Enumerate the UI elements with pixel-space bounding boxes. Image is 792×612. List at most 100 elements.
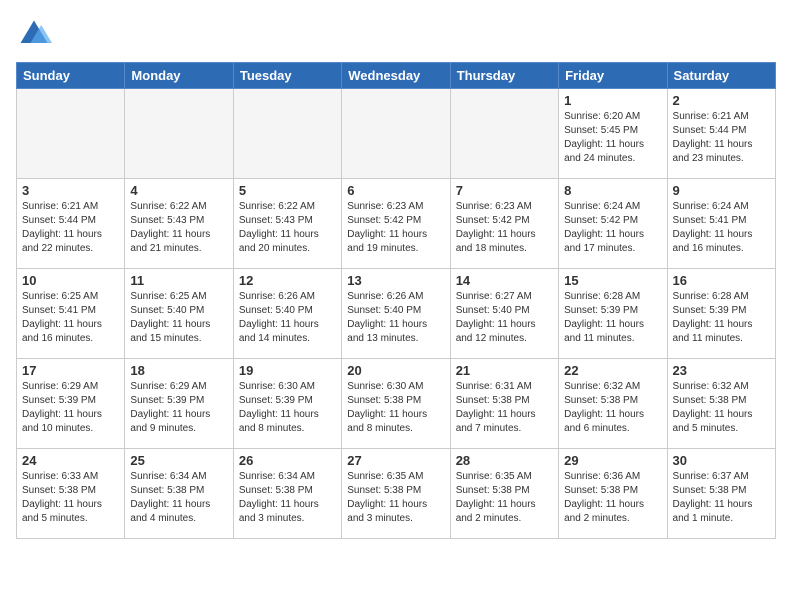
day-number: 7 — [456, 183, 553, 198]
day-info: Sunrise: 6:34 AMSunset: 5:38 PMDaylight:… — [239, 470, 336, 526]
day-number: 9 — [673, 183, 770, 198]
calendar-cell: 21Sunrise: 6:31 AMSunset: 5:38 PMDayligh… — [450, 359, 558, 449]
dow-header-friday: Friday — [559, 63, 667, 89]
day-number: 8 — [564, 183, 661, 198]
day-number: 5 — [239, 183, 336, 198]
calendar-week-5: 24 Sunrise: 6:33 AMSunset: 5:38 PMDayligh… — [17, 449, 776, 539]
calendar-cell: 19 Sunrise: 6:30 AMSunset: 5:39 PMDayligh… — [233, 359, 341, 449]
calendar-cell: 24 Sunrise: 6:33 AMSunset: 5:38 PMDayligh… — [17, 449, 125, 539]
day-info: Sunrise: 6:37 AMSunset: 5:38 PMDaylight:… — [673, 470, 770, 526]
dow-header-thursday: Thursday — [450, 63, 558, 89]
day-info: Sunrise: 6:23 AMSunset: 5:42 PMDaylight:… — [347, 200, 444, 256]
calendar-week-4: 17 Sunrise: 6:29 AMSunset: 5:39 PMDayligh… — [17, 359, 776, 449]
calendar-cell: 22 Sunrise: 6:32 AMSunset: 5:38 PMDayligh… — [559, 359, 667, 449]
day-info: Sunrise: 6:29 AMSunset: 5:39 PMDaylight:… — [22, 380, 119, 436]
calendar-cell: 8 Sunrise: 6:24 AMSunset: 5:42 PMDaylight… — [559, 179, 667, 269]
day-number: 16 — [673, 273, 770, 288]
day-number: 4 — [130, 183, 227, 198]
calendar-cell: 20 Sunrise: 6:30 AMSunset: 5:38 PMDayligh… — [342, 359, 450, 449]
day-number: 29 — [564, 453, 661, 468]
dow-header-wednesday: Wednesday — [342, 63, 450, 89]
calendar-cell: 7 Sunrise: 6:23 AMSunset: 5:42 PMDaylight… — [450, 179, 558, 269]
day-number: 15 — [564, 273, 661, 288]
day-number: 13 — [347, 273, 444, 288]
day-info: Sunrise: 6:20 AMSunset: 5:45 PMDaylight:… — [564, 110, 661, 166]
calendar-cell: 2 Sunrise: 6:21 AMSunset: 5:44 PMDaylight… — [667, 89, 775, 179]
day-number: 2 — [673, 93, 770, 108]
day-number: 17 — [22, 363, 119, 378]
day-number: 23 — [673, 363, 770, 378]
calendar-cell: 17 Sunrise: 6:29 AMSunset: 5:39 PMDayligh… — [17, 359, 125, 449]
dow-header-monday: Monday — [125, 63, 233, 89]
calendar-cell: 12 Sunrise: 6:26 AMSunset: 5:40 PMDayligh… — [233, 269, 341, 359]
day-info: Sunrise: 6:21 AMSunset: 5:44 PMDaylight:… — [673, 110, 770, 166]
day-number: 26 — [239, 453, 336, 468]
logo — [16, 16, 58, 52]
day-info: Sunrise: 6:22 AMSunset: 5:43 PMDaylight:… — [130, 200, 227, 256]
calendar-cell: 16Sunrise: 6:28 AMSunset: 5:39 PMDayligh… — [667, 269, 775, 359]
day-info: Sunrise: 6:25 AMSunset: 5:41 PMDaylight:… — [22, 290, 119, 346]
day-number: 6 — [347, 183, 444, 198]
calendar-cell — [450, 89, 558, 179]
calendar-cell: 6 Sunrise: 6:23 AMSunset: 5:42 PMDaylight… — [342, 179, 450, 269]
day-info: Sunrise: 6:35 AMSunset: 5:38 PMDaylight:… — [456, 470, 553, 526]
calendar-cell: 15Sunrise: 6:28 AMSunset: 5:39 PMDayligh… — [559, 269, 667, 359]
calendar-cell: 9 Sunrise: 6:24 AMSunset: 5:41 PMDaylight… — [667, 179, 775, 269]
calendar-cell: 27 Sunrise: 6:35 AMSunset: 5:38 PMDayligh… — [342, 449, 450, 539]
day-info: Sunrise: 6:26 AMSunset: 5:40 PMDaylight:… — [239, 290, 336, 346]
day-info: Sunrise: 6:35 AMSunset: 5:38 PMDaylight:… — [347, 470, 444, 526]
dow-header-tuesday: Tuesday — [233, 63, 341, 89]
day-info: Sunrise: 6:27 AMSunset: 5:40 PMDaylight:… — [456, 290, 553, 346]
day-number: 3 — [22, 183, 119, 198]
day-number: 27 — [347, 453, 444, 468]
day-number: 1 — [564, 93, 661, 108]
day-info: Sunrise: 6:25 AMSunset: 5:40 PMDaylight:… — [130, 290, 227, 346]
day-number: 12 — [239, 273, 336, 288]
calendar-cell: 28Sunrise: 6:35 AMSunset: 5:38 PMDayligh… — [450, 449, 558, 539]
calendar-cell: 1 Sunrise: 6:20 AMSunset: 5:45 PMDaylight… — [559, 89, 667, 179]
day-info: Sunrise: 6:34 AMSunset: 5:38 PMDaylight:… — [130, 470, 227, 526]
calendar-cell: 5 Sunrise: 6:22 AMSunset: 5:43 PMDaylight… — [233, 179, 341, 269]
calendar-cell: 4 Sunrise: 6:22 AMSunset: 5:43 PMDaylight… — [125, 179, 233, 269]
calendar-cell: 14 Sunrise: 6:27 AMSunset: 5:40 PMDayligh… — [450, 269, 558, 359]
day-info: Sunrise: 6:33 AMSunset: 5:38 PMDaylight:… — [22, 470, 119, 526]
calendar-week-2: 3 Sunrise: 6:21 AMSunset: 5:44 PMDaylight… — [17, 179, 776, 269]
day-number: 20 — [347, 363, 444, 378]
calendar-cell: 11 Sunrise: 6:25 AMSunset: 5:40 PMDayligh… — [125, 269, 233, 359]
day-number: 14 — [456, 273, 553, 288]
day-number: 30 — [673, 453, 770, 468]
calendar-cell: 29 Sunrise: 6:36 AMSunset: 5:38 PMDayligh… — [559, 449, 667, 539]
calendar-cell: 13 Sunrise: 6:26 AMSunset: 5:40 PMDayligh… — [342, 269, 450, 359]
calendar-cell — [17, 89, 125, 179]
day-number: 24 — [22, 453, 119, 468]
day-info: Sunrise: 6:30 AMSunset: 5:39 PMDaylight:… — [239, 380, 336, 436]
day-info: Sunrise: 6:32 AMSunset: 5:38 PMDaylight:… — [564, 380, 661, 436]
calendar-cell: 10 Sunrise: 6:25 AMSunset: 5:41 PMDayligh… — [17, 269, 125, 359]
logo-icon — [16, 16, 52, 52]
day-number: 25 — [130, 453, 227, 468]
calendar-body: 1 Sunrise: 6:20 AMSunset: 5:45 PMDaylight… — [17, 89, 776, 539]
day-info: Sunrise: 6:23 AMSunset: 5:42 PMDaylight:… — [456, 200, 553, 256]
day-info: Sunrise: 6:36 AMSunset: 5:38 PMDaylight:… — [564, 470, 661, 526]
day-number: 10 — [22, 273, 119, 288]
day-info: Sunrise: 6:26 AMSunset: 5:40 PMDaylight:… — [347, 290, 444, 346]
calendar-week-1: 1 Sunrise: 6:20 AMSunset: 5:45 PMDaylight… — [17, 89, 776, 179]
day-number: 22 — [564, 363, 661, 378]
day-of-week-header: SundayMondayTuesdayWednesdayThursdayFrid… — [17, 63, 776, 89]
calendar-cell: 30 Sunrise: 6:37 AMSunset: 5:38 PMDayligh… — [667, 449, 775, 539]
calendar-cell — [233, 89, 341, 179]
day-info: Sunrise: 6:24 AMSunset: 5:42 PMDaylight:… — [564, 200, 661, 256]
calendar-cell: 3 Sunrise: 6:21 AMSunset: 5:44 PMDaylight… — [17, 179, 125, 269]
calendar-table: SundayMondayTuesdayWednesdayThursdayFrid… — [16, 62, 776, 539]
calendar-cell: 25 Sunrise: 6:34 AMSunset: 5:38 PMDayligh… — [125, 449, 233, 539]
calendar-cell: 26 Sunrise: 6:34 AMSunset: 5:38 PMDayligh… — [233, 449, 341, 539]
calendar-cell: 18Sunrise: 6:29 AMSunset: 5:39 PMDayligh… — [125, 359, 233, 449]
day-info: Sunrise: 6:22 AMSunset: 5:43 PMDaylight:… — [239, 200, 336, 256]
day-info: Sunrise: 6:30 AMSunset: 5:38 PMDaylight:… — [347, 380, 444, 436]
calendar-week-3: 10 Sunrise: 6:25 AMSunset: 5:41 PMDayligh… — [17, 269, 776, 359]
day-number: 11 — [130, 273, 227, 288]
day-number: 19 — [239, 363, 336, 378]
day-info: Sunrise: 6:24 AMSunset: 5:41 PMDaylight:… — [673, 200, 770, 256]
day-number: 18 — [130, 363, 227, 378]
day-info: Sunrise: 6:21 AMSunset: 5:44 PMDaylight:… — [22, 200, 119, 256]
